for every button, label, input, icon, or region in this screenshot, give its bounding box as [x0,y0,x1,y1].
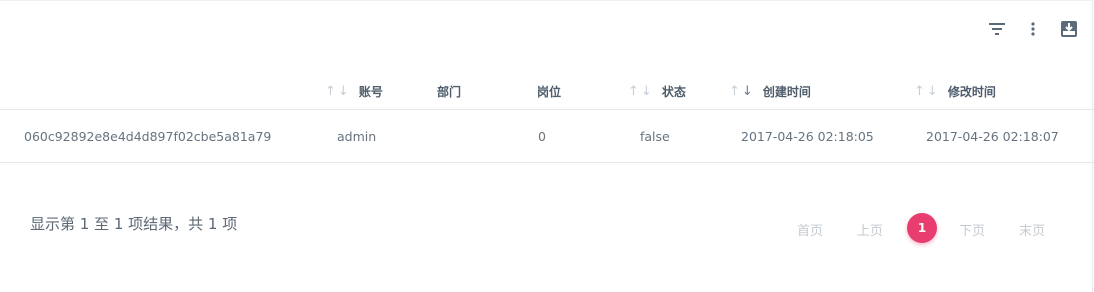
column-header-created[interactable]: ↑ ↓ 创建时间 [729,73,811,109]
download-box-icon[interactable] [1058,18,1080,40]
column-label: 部门 [437,84,462,99]
row-divider [0,162,1094,163]
next-page-button[interactable]: 下页 [959,220,985,239]
column-label: 状态 [661,84,686,99]
column-header-account[interactable]: ↑ ↓ 账号 [325,73,383,109]
column-label: 账号 [358,84,383,99]
table-toolbar [986,18,1080,40]
column-label: 修改时间 [947,84,996,99]
sort-icon[interactable]: ↑ ↓ [914,84,938,99]
cell-post: 0 [538,128,546,144]
current-page-button[interactable]: 1 [907,213,937,243]
cell-account: admin [337,128,377,144]
column-header-dept: 部门 [437,73,461,109]
sort-icon[interactable]: ↑ ↓ [325,84,349,99]
column-header-post: 岗位 [537,73,561,109]
cell-created: 2017-04-26 02:18:05 [741,128,874,144]
table-row[interactable]: 060c92892e8e4d4d897f02cbe5a81a79 admin 0… [0,110,1094,162]
column-header-modified[interactable]: ↑ ↓ 修改时间 [914,73,996,109]
prev-page-button[interactable]: 上页 [857,220,883,239]
more-vertical-icon[interactable] [1022,18,1044,40]
cell-id: 060c92892e8e4d4d897f02cbe5a81a79 [24,128,272,144]
column-header-status[interactable]: ↑ ↓ 状态 [628,73,686,109]
filter-icon[interactable] [986,18,1008,40]
table-header: ↑ ↓ 账号 部门 岗位 ↑ ↓ 状态 ↑ ↓ 创建时间 ↑ ↓ 修改时间 [0,73,1094,109]
last-page-button[interactable]: 末页 [1019,220,1045,239]
column-label: 创建时间 [762,84,811,99]
pagination-info: 显示第 1 至 1 项结果，共 1 项 [30,215,238,233]
sort-icon[interactable]: ↑ ↓ [628,84,652,99]
column-label: 岗位 [537,84,562,99]
cell-status: false [640,128,670,144]
first-page-button[interactable]: 首页 [797,220,823,239]
sort-desc-icon[interactable]: ↑ ↓ [729,84,753,99]
cell-modified: 2017-04-26 02:18:07 [926,128,1059,144]
